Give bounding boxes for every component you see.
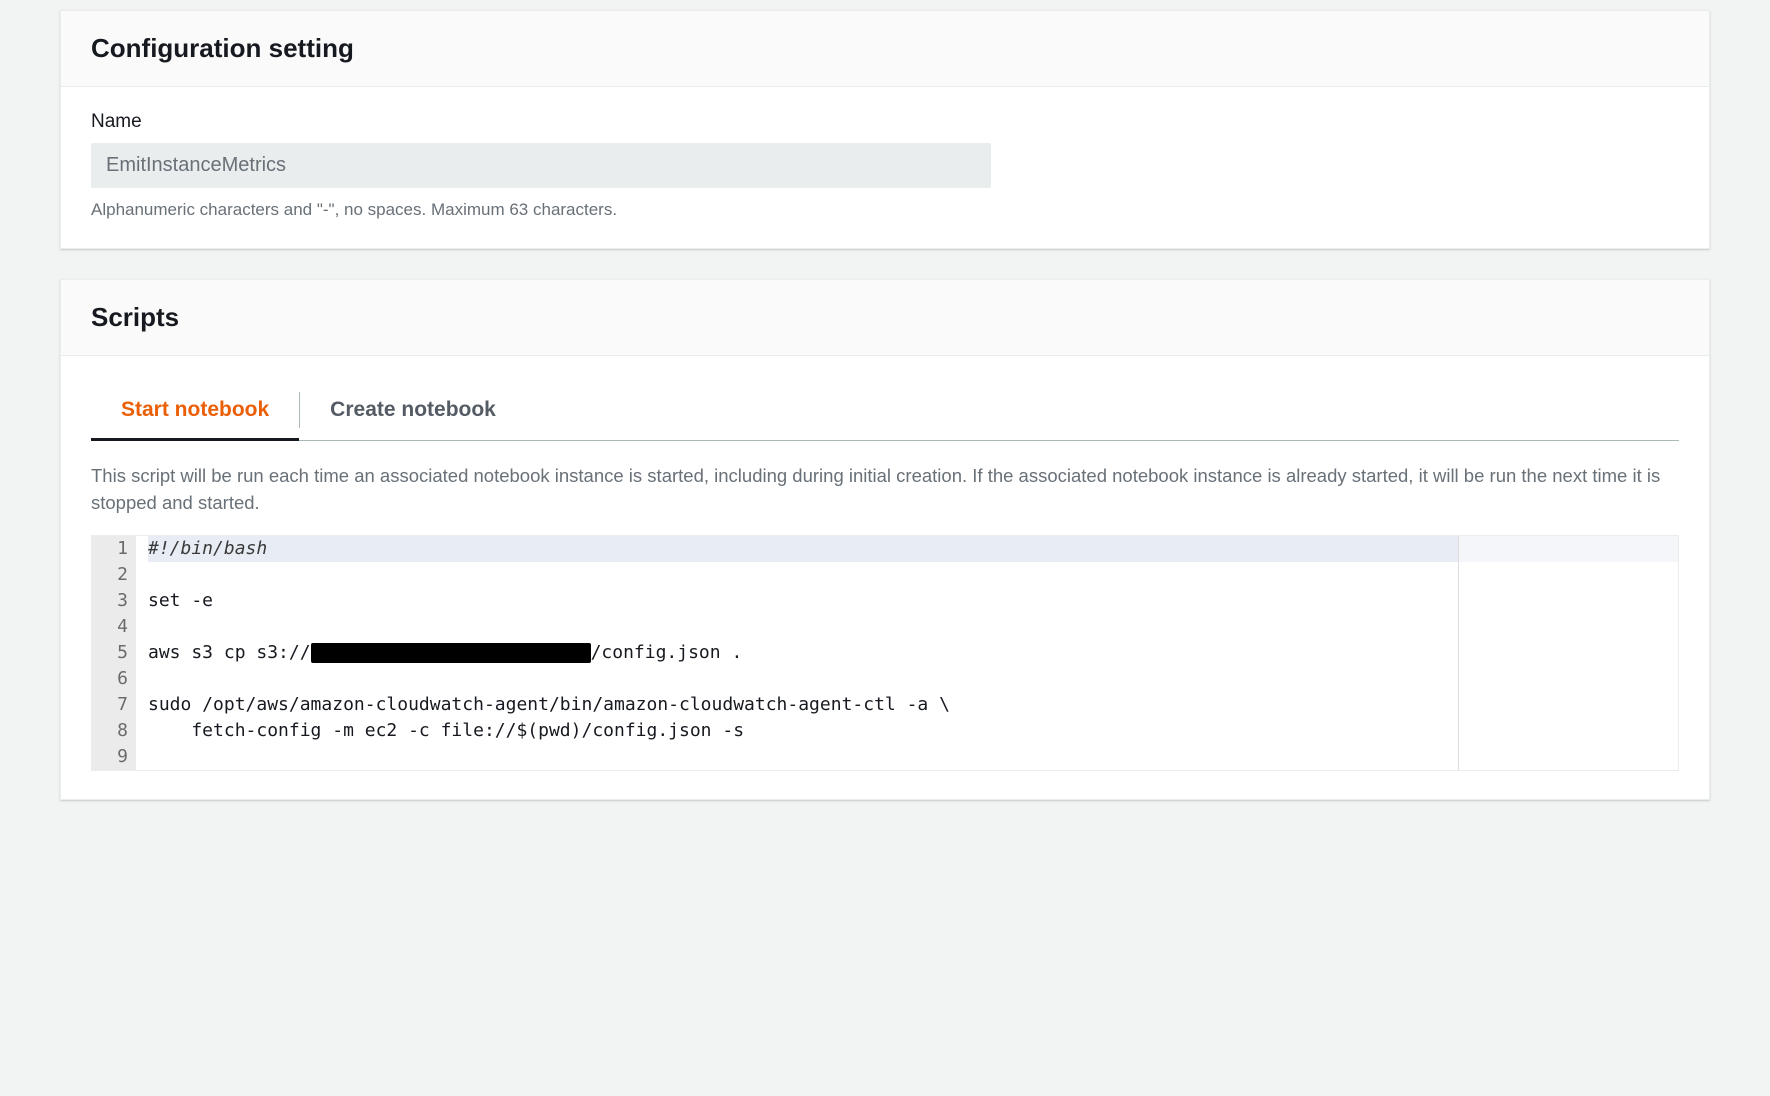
line-number: 7 — [100, 692, 128, 718]
code-line[interactable]: fetch-config -m ec2 -c file://$(pwd)/con… — [148, 718, 1458, 744]
redacted-segment — [311, 643, 591, 663]
code-right-gutter — [1458, 536, 1678, 770]
code-line[interactable] — [148, 666, 1458, 692]
code-line[interactable]: aws s3 cp s3:///config.json . — [148, 640, 1458, 666]
scripts-panel-header: Scripts — [61, 280, 1709, 356]
line-number: 3 — [100, 588, 128, 614]
code-gutter: 1 2 3 4 5 6 7 8 9 — [92, 536, 136, 770]
scripts-title: Scripts — [91, 302, 1679, 333]
code-line[interactable] — [148, 562, 1458, 588]
line-number: 5 — [100, 640, 128, 666]
code-line[interactable] — [148, 744, 1458, 770]
scripts-tabs: Start notebook Create notebook — [91, 380, 1679, 441]
configuration-panel-header: Configuration setting — [61, 11, 1709, 87]
line-number: 2 — [100, 562, 128, 588]
scripts-panel: Scripts Start notebook Create notebook T… — [60, 279, 1710, 800]
name-label: Name — [91, 111, 1679, 133]
name-input[interactable] — [91, 143, 991, 188]
configuration-panel-body: Name Alphanumeric characters and "-", no… — [61, 87, 1709, 248]
line-number: 1 — [100, 536, 128, 562]
scripts-panel-body: Start notebook Create notebook This scri… — [61, 356, 1709, 799]
code-editor[interactable]: 1 2 3 4 5 6 7 8 9 #!/bin/bash set -e aws… — [91, 535, 1679, 771]
line-number: 8 — [100, 718, 128, 744]
code-lines[interactable]: #!/bin/bash set -e aws s3 cp s3:///confi… — [136, 536, 1458, 770]
name-hint: Alphanumeric characters and "-", no spac… — [91, 200, 1679, 220]
code-line[interactable]: #!/bin/bash — [148, 536, 1458, 562]
tab-create-notebook[interactable]: Create notebook — [300, 380, 526, 440]
script-description: This script will be run each time an ass… — [91, 463, 1679, 517]
configuration-panel: Configuration setting Name Alphanumeric … — [60, 10, 1710, 249]
code-line[interactable]: sudo /opt/aws/amazon-cloudwatch-agent/bi… — [148, 692, 1458, 718]
tab-start-notebook[interactable]: Start notebook — [91, 380, 299, 440]
configuration-title: Configuration setting — [91, 33, 1679, 64]
code-line[interactable]: set -e — [148, 588, 1458, 614]
line-number: 4 — [100, 614, 128, 640]
line-number: 6 — [100, 666, 128, 692]
code-line[interactable] — [148, 614, 1458, 640]
line-number: 9 — [100, 744, 128, 770]
